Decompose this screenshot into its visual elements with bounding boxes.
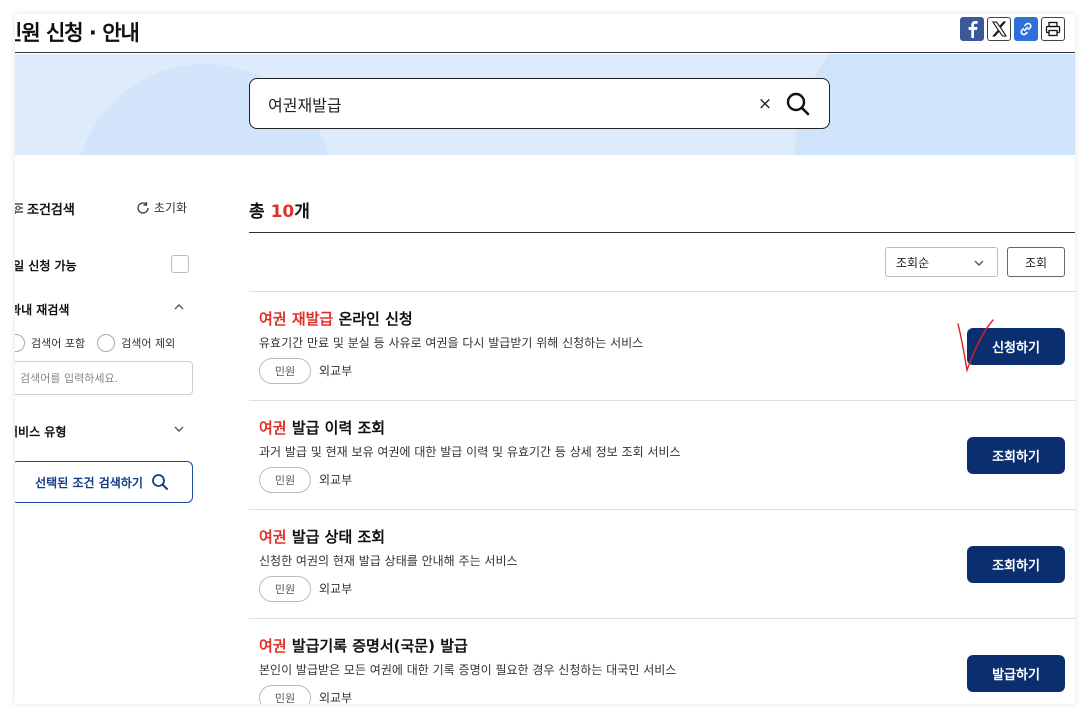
issue-button[interactable]: 발급하기 (967, 655, 1065, 692)
research-section-toggle[interactable]: 결과내 재검색 (15, 299, 189, 319)
result-description: 과거 발급 및 현재 보유 여권에 대한 발급 이력 및 유효기간 등 상세 정… (259, 445, 681, 459)
keyword-mode-radios: 검색어 포함 검색어 제외 (15, 333, 197, 353)
category-tag: 민원 (259, 685, 311, 704)
result-description: 유효기간 만료 및 분실 등 사유로 여권을 다시 발급받기 위해 신청하는 서… (259, 336, 644, 350)
category-tag: 민원 (259, 576, 311, 602)
reset-button[interactable]: 초기화 (136, 199, 187, 216)
filter-header: 조건검색 초기화 (15, 199, 193, 219)
facebook-icon (968, 21, 978, 38)
category-tag: 민원 (259, 467, 311, 493)
category-tag: 민원 (259, 358, 311, 384)
print-button[interactable] (1041, 17, 1065, 41)
search-icon (151, 474, 168, 490)
sort-value: 조회순 (896, 255, 930, 270)
search-input[interactable] (268, 91, 738, 117)
total-prefix: 총 (249, 202, 271, 222)
search-button[interactable] (784, 90, 812, 118)
handwritten-check-icon (957, 319, 994, 373)
link-icon (1020, 22, 1032, 36)
share-toolbar (960, 17, 1065, 41)
title-highlight: 여권 재발급 (259, 310, 334, 328)
title-highlight: 여권 (259, 637, 287, 655)
mobile-checkbox[interactable] (171, 255, 189, 273)
reset-label: 초기화 (153, 201, 187, 215)
results-total: 총 10개 (249, 197, 310, 222)
keyword-input[interactable] (15, 361, 193, 395)
result-item: 여권 발급 상태 조회 신청한 여권의 현재 발급 상태를 안내해 주는 서비스… (249, 510, 1075, 619)
radio-circle (97, 334, 116, 352)
copy-link-button[interactable] (1014, 17, 1038, 41)
title-rest: 발급기록 증명서(국문) 발급 (286, 637, 468, 655)
mobile-filter-row: 모바일 신청 가능 (15, 255, 189, 275)
result-item: 여권 발급기록 증명서(국문) 발급 본인이 발급받은 모든 여권에 대한 기록… (249, 619, 1075, 704)
result-title-link[interactable]: 여권 재발급 온라인 신청 (259, 308, 413, 329)
result-description: 신청한 여권의 현재 발급 상태를 안내해 주는 서비스 (259, 554, 518, 568)
title-highlight: 여권 (259, 528, 287, 546)
results-panel: 총 10개 조회순 조회 여권 재발급 온라인 신청 유효기간 만료 및 분실 … (249, 155, 1075, 704)
service-type-label: 서비스 유형 (15, 425, 67, 439)
apply-filter-button[interactable]: 선택된 조건 검색하기 (15, 461, 193, 503)
chevron-down-icon (174, 426, 184, 432)
result-item: 여권 발급 이력 조회 과거 발급 및 현재 보유 여권에 대한 발급 이력 및… (249, 401, 1075, 510)
banner-decoration (795, 54, 1075, 155)
organization: 외교부 (319, 364, 353, 378)
result-description: 본인이 발급받은 모든 여권에 대한 기록 증명이 필요한 경우 신청하는 대국… (259, 663, 677, 677)
filter-title: 조건검색 (27, 203, 75, 218)
page-header: 민원 신청 · 안내 (15, 14, 1075, 53)
total-count: 10 (270, 202, 295, 222)
chevron-down-icon (974, 260, 984, 266)
mobile-label: 모바일 신청 가능 (15, 259, 77, 273)
search-banner: × (15, 54, 1075, 155)
radio-include-label: 검색어 포함 (31, 337, 86, 350)
search-box: × (249, 78, 830, 129)
radio-circle (15, 334, 25, 352)
inquiry-button[interactable]: 조회하기 (967, 437, 1065, 474)
apply-filter-label: 선택된 조건 검색하기 (35, 475, 143, 490)
radio-exclude-label: 검색어 제외 (121, 337, 176, 350)
print-icon (1045, 21, 1061, 37)
result-title-link[interactable]: 여권 발급기록 증명서(국문) 발급 (259, 635, 468, 656)
organization: 외교부 (319, 691, 353, 704)
research-label: 결과내 재검색 (15, 303, 70, 317)
refresh-icon (137, 201, 149, 214)
organization: 외교부 (319, 582, 353, 596)
filter-icon (15, 202, 23, 215)
sort-select[interactable]: 조회순 (885, 247, 998, 277)
title-highlight: 여권 (259, 419, 287, 437)
facebook-share-button[interactable] (960, 17, 984, 41)
clear-search-button[interactable]: × (756, 92, 774, 116)
x-icon (991, 21, 1007, 37)
result-title-link[interactable]: 여권 발급 상태 조회 (259, 526, 385, 547)
result-item: 여권 재발급 온라인 신청 유효기간 만료 및 분실 등 사유로 여권을 다시 … (249, 292, 1075, 401)
result-title-link[interactable]: 여권 발급 이력 조회 (259, 417, 385, 438)
organization: 외교부 (319, 473, 353, 487)
x-share-button[interactable] (987, 17, 1011, 41)
page-title: 민원 신청 · 안내 (15, 21, 140, 45)
radio-include[interactable]: 검색어 포함 (15, 333, 85, 353)
title-rest: 온라인 신청 (333, 310, 413, 328)
service-type-toggle[interactable]: 서비스 유형 (15, 421, 189, 441)
page-frame: 민원 신청 · 안내 × (15, 14, 1075, 704)
total-suffix: 개 (294, 202, 310, 222)
sort-bar: 조회순 조회 (249, 233, 1075, 292)
sort-apply-button[interactable]: 조회 (1007, 247, 1065, 277)
filter-sidebar: 조건검색 초기화 모바일 신청 가능 결과내 재검색 검색어 포함 검색어 제외 (15, 155, 195, 704)
title-rest: 발급 상태 조회 (286, 528, 386, 546)
title-rest: 발급 이력 조회 (286, 419, 386, 437)
chevron-up-icon (174, 304, 184, 310)
radio-exclude[interactable]: 검색어 제외 (97, 333, 175, 353)
inquiry-button[interactable]: 조회하기 (967, 546, 1065, 583)
search-icon (786, 92, 810, 116)
